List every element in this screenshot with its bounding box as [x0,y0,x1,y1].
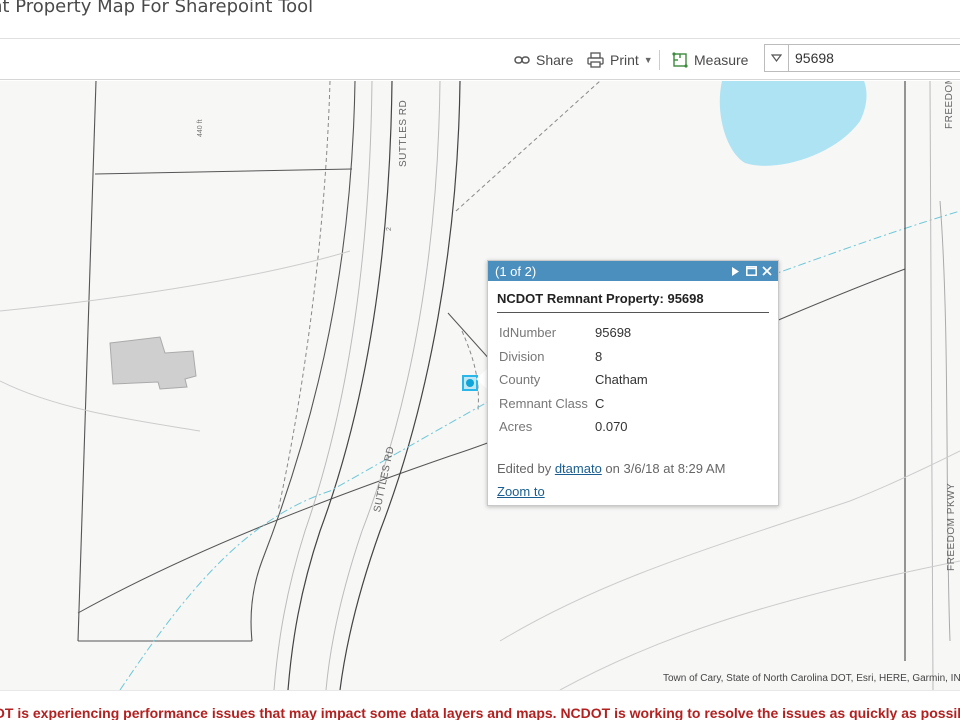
road-label-freedom-top: FREEDOM [944,81,955,129]
attribute-row: County Chatham [497,368,648,392]
printer-icon [587,52,604,68]
attribute-value: 95698 [595,325,632,341]
performance-warning-banner: OT is experiencing performance issues th… [0,690,960,720]
link-icon [514,56,530,64]
attribute-key: Acres [499,419,533,435]
print-button[interactable]: Print ▼ [587,48,653,72]
feature-popup: (1 of 2) NCDOT Remnant Property: 95698 I… [487,260,779,506]
maximize-button[interactable] [744,263,758,279]
search-input[interactable] [789,45,960,71]
edited-info: Edited by dtamato on 3/6/18 at 8:29 AM [497,461,769,476]
play-icon [732,266,739,276]
attribute-key: Division [499,348,545,364]
maximize-icon [745,266,757,276]
banner-text: OT is experiencing performance issues th… [0,705,960,720]
measure-button[interactable]: Measure [672,48,748,72]
attribute-row: Remnant Class C [497,392,648,416]
attribute-row: Division 8 [497,345,648,369]
toolbar-divider [659,50,660,70]
popup-counter: (1 of 2) [495,263,537,279]
next-feature-button[interactable] [728,263,742,279]
popup-controls [726,263,774,279]
triangle-down-icon [771,54,782,62]
attribute-table: IdNumber 95698 Division 8 County Chatham… [497,321,648,439]
lot-label: 2 [386,227,393,231]
attribute-value: 0.070 [595,419,628,435]
popup-body: NCDOT Remnant Property: 95698 IdNumber 9… [488,281,778,501]
measure-icon [672,52,688,68]
chevron-down-icon: ▼ [643,55,653,65]
close-popup-button[interactable] [760,263,774,279]
attribute-row: Acres 0.070 [497,415,648,439]
app-title-text: nt Property Map For Sharepoint Tool [0,0,314,17]
search-box [764,44,960,72]
feature-dot-icon [466,379,474,387]
search-source-dropdown[interactable] [765,45,789,71]
popup-title: NCDOT Remnant Property: 95698 [497,291,769,313]
attribute-row: IdNumber 95698 [497,321,648,345]
close-icon [762,266,772,276]
share-button[interactable]: Share [514,48,573,72]
measure-label: Measure [694,52,749,68]
road-label-suttles-top: SUTTLES RD [398,99,409,167]
attribute-key: Remnant Class [499,395,588,411]
attribute-value: Chatham [595,372,648,388]
edited-suffix: on 3/6/18 at 8:29 AM [601,460,726,476]
zoom-to-link[interactable]: Zoom to [497,484,545,499]
app-title: nt Property Map For Sharepoint Tool [0,0,960,36]
share-label: Share [536,52,574,68]
road-label-freedom-bottom: FREEDOM PKWY [946,482,957,571]
attribute-key: County [499,372,541,388]
dimension-label: 440 ft [197,119,204,137]
attribute-key: IdNumber [499,325,557,341]
popup-header: (1 of 2) [488,261,778,281]
editor-user-link[interactable]: dtamato [555,461,602,476]
attribute-value: C [595,395,605,411]
print-label: Print [610,52,639,68]
edited-prefix: Edited by [497,460,555,476]
attribute-value: 8 [595,348,603,364]
map-attribution: Town of Cary, State of North Carolina DO… [663,673,960,684]
